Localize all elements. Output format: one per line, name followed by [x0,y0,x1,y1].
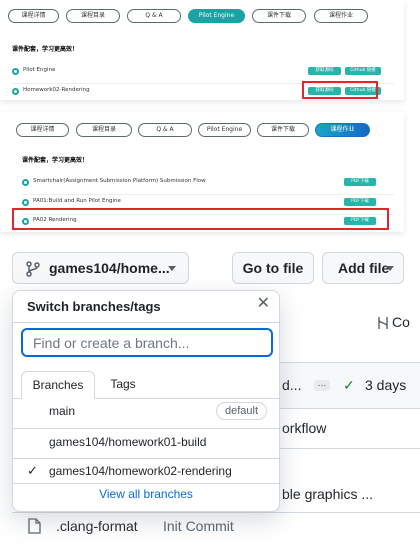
tab-course-catalog[interactable]: 课程目录 [66,9,120,23]
branch-item-label: games104/homework01-build [49,435,207,449]
play-icon [22,199,29,206]
tab-course-homework[interactable]: 课程作业 [315,123,370,137]
file-commit-message: orkflow [282,420,327,436]
tab-courseware-download[interactable]: 课件下载 [257,123,309,137]
git-commit-icon [378,317,388,329]
divider [280,408,420,409]
file-icon [28,518,41,534]
panel-heading: 课件配套，学习更高效！ [12,46,79,53]
commit-message: d... [282,377,302,393]
tab-pilot-engine[interactable]: Pilot Engine [188,9,245,23]
tab-courseware-download[interactable]: 课件下载 [252,9,306,23]
chevron-down-icon [386,266,394,271]
check-icon: ✓ [343,377,355,393]
tab-branches[interactable]: Branches [21,371,95,399]
course-panel-pilot-engine: 课程详情 课程目录 Q & A Pilot Engine 课件下载 课程作业 课… [0,0,404,100]
add-file-button[interactable]: Add file [322,252,404,284]
branch-item-label: main [49,404,76,418]
row-label: Smartchair(Assignment Submission Platfor… [33,178,206,184]
tab-pilot-engine[interactable]: Pilot Engine [198,123,251,137]
dropdown-title: Switch branches/tags [27,299,161,314]
branch-item-label: games104/homework02-rendering [49,464,232,478]
tab-course-details[interactable]: 课程详情 [16,123,69,137]
branch-item-main[interactable]: main default [13,396,279,426]
pdf-download-button[interactable]: PDF下载 [344,178,376,186]
list-item: Pilot Engine 获取源码 Github 链接 [12,64,394,84]
branch-name: games104/home... [49,260,170,276]
file-commit-message: Init Commit [163,518,234,534]
course-panel-homework: 课程详情 课程目录 Q & A Pilot Engine 课件下载 课程作业 课… [0,112,404,232]
row-label: Homework02-Rendering [23,87,90,93]
branch-selector-button[interactable]: games104/home... [12,252,189,284]
panel-heading: 课件配套，学习更高效！ [22,157,89,164]
switch-branches-dropdown: Switch branches/tags ✕ Branches Tags mai… [12,290,280,512]
file-name-link[interactable]: .clang-format [56,518,138,534]
tab-course-details[interactable]: 课程详情 [8,9,59,23]
go-to-file-button[interactable]: Go to file [232,252,314,284]
branch-item-homework01[interactable]: games104/homework01-build [13,427,279,457]
commits-link[interactable]: Co [392,314,410,330]
list-item: Smartchair(Assignment Submission Platfor… [22,175,394,195]
branch-search-input[interactable] [21,328,273,357]
view-all-branches-link[interactable]: View all branches [13,487,279,501]
tab-course-homework[interactable]: 课程作业 [314,9,368,23]
add-file-label: Add file [338,260,390,276]
play-icon [12,68,19,75]
divider [280,448,420,449]
pdf-download-button[interactable]: PDF下载 [344,198,376,206]
default-badge: default [215,402,267,420]
divider [13,322,279,323]
commit-age: 3 days [365,377,407,393]
tab-qa[interactable]: Q & A [138,123,192,137]
play-icon [12,88,19,95]
close-icon[interactable]: ✕ [257,296,270,312]
tab-tags[interactable]: Tags [103,371,143,399]
divider [13,483,279,484]
course-tab-bar: 课程详情 课程目录 Q & A Pilot Engine 课件下载 课程作业 [0,9,404,25]
git-branch-icon [26,261,40,277]
file-commit-message: ble graphics ... [282,486,374,502]
row-label: Pilot Engine [23,67,56,73]
divider [12,512,420,513]
highlight-box [12,208,389,230]
check-icon: ✓ [27,463,38,478]
tab-course-catalog[interactable]: 课程目录 [76,123,132,137]
row-label: PA01:Build and Run Pilot Engine [33,198,121,204]
play-icon [22,179,29,186]
branch-item-homework02[interactable]: ✓ games104/homework02-rendering [13,456,279,486]
course-tab-bar: 课程详情 课程目录 Q & A Pilot Engine 课件下载 课程作业 [0,123,404,139]
tab-qa[interactable]: Q & A [127,9,181,23]
github-link-button[interactable]: Github 链接 [345,67,381,75]
get-source-button[interactable]: 获取源码 [308,67,341,75]
chevron-down-icon [168,266,176,271]
highlight-box [302,81,378,99]
expand-commit-button[interactable]: ... [314,380,330,391]
